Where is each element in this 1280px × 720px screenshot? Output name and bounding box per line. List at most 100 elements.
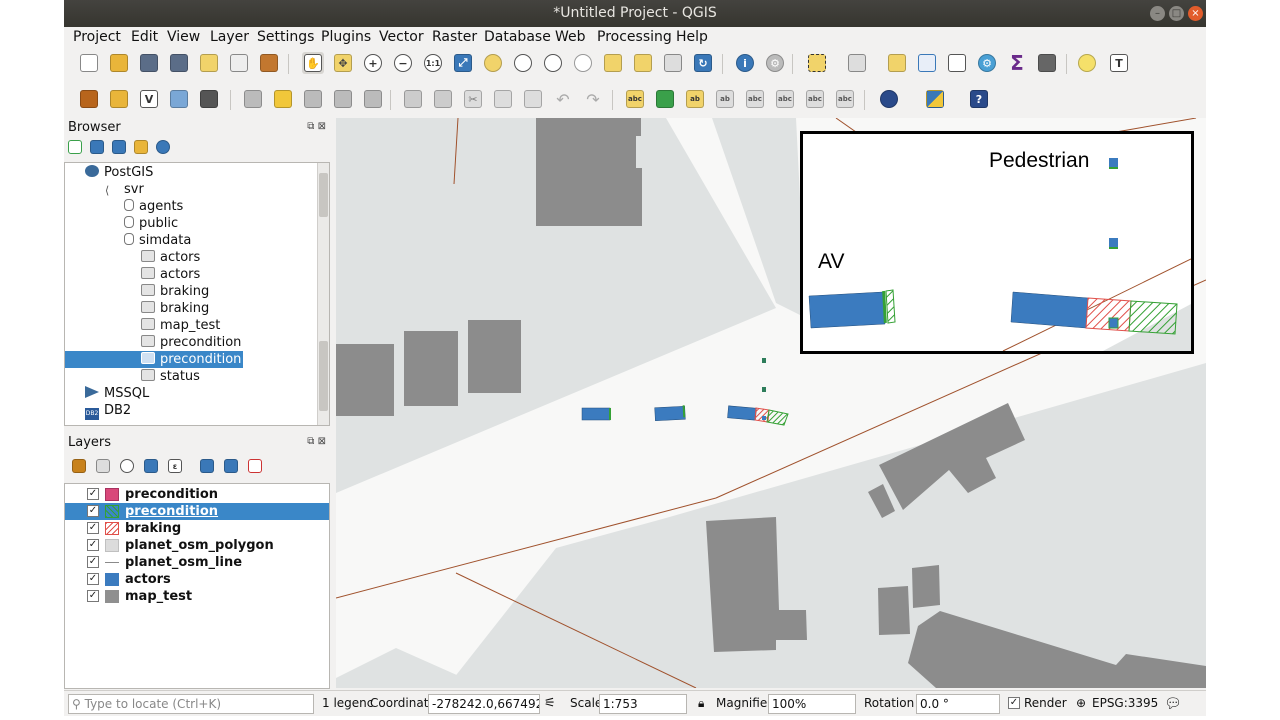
layout-manager-icon[interactable] bbox=[228, 52, 250, 74]
tree-item-db2[interactable]: DB2 DB2 bbox=[85, 402, 131, 420]
tree-item-precondition-selected[interactable]: precondition bbox=[65, 351, 243, 368]
pan-to-selection-icon[interactable]: ✥ bbox=[332, 52, 354, 74]
open-project-icon[interactable] bbox=[108, 52, 130, 74]
tree-item-svr[interactable]: ⟨ svr bbox=[105, 181, 144, 198]
show-hide-labels-icon[interactable]: abc bbox=[744, 88, 766, 110]
processing-toolbox-icon[interactable]: ⚙ bbox=[976, 52, 998, 74]
toggle-extents-icon[interactable]: ⚟ bbox=[544, 696, 556, 711]
refresh-browser-icon[interactable] bbox=[90, 140, 104, 154]
cut-features-icon[interactable]: ✂ bbox=[462, 88, 484, 110]
add-group-icon[interactable] bbox=[96, 459, 110, 473]
save-project-icon[interactable] bbox=[138, 52, 160, 74]
filter-legend-icon[interactable] bbox=[144, 459, 158, 473]
save-as-icon[interactable] bbox=[168, 52, 190, 74]
new-shapefile-icon[interactable]: V bbox=[138, 88, 160, 110]
run-feature-action-icon[interactable]: ⚙ bbox=[764, 52, 786, 74]
menu-raster[interactable]: Raster bbox=[432, 29, 477, 45]
modify-attributes-icon[interactable] bbox=[402, 88, 424, 110]
crs-status[interactable]: EPSG:3395 bbox=[1092, 696, 1158, 710]
zoom-in-icon[interactable]: + bbox=[362, 52, 384, 74]
attribute-table-icon[interactable] bbox=[916, 52, 938, 74]
undo-icon[interactable]: ↶ bbox=[552, 88, 574, 110]
coordinate-field[interactable]: -278242.0,6674926.4 bbox=[428, 694, 540, 714]
layers-panel-dock-buttons[interactable]: ⧉ ⊠ bbox=[307, 436, 326, 447]
layer-visibility-checkbox[interactable]: ✓ bbox=[87, 522, 99, 534]
menu-project[interactable]: Project bbox=[73, 29, 121, 45]
layer-row-braking[interactable]: ✓ braking bbox=[65, 520, 329, 537]
tree-item-braking-2[interactable]: braking bbox=[141, 300, 209, 317]
collapse-all-icon[interactable] bbox=[134, 140, 148, 154]
label-layer-icon[interactable]: abc bbox=[624, 88, 646, 110]
delete-selected-icon[interactable] bbox=[432, 88, 454, 110]
plugin-globe-icon[interactable] bbox=[878, 88, 900, 110]
tree-item-postgis[interactable]: PostGIS bbox=[85, 164, 153, 181]
identify-features-icon[interactable]: i bbox=[734, 52, 756, 74]
tree-item-actors[interactable]: actors bbox=[141, 249, 200, 266]
text-annotation-icon[interactable]: T bbox=[1108, 52, 1130, 74]
filter-expression-icon[interactable]: ε bbox=[168, 459, 182, 473]
zoom-full-icon[interactable]: ⤢ bbox=[452, 52, 474, 74]
style-layer-icon[interactable] bbox=[72, 459, 86, 473]
layer-row-map-test[interactable]: ✓ map_test bbox=[65, 588, 329, 605]
expand-all-icon[interactable] bbox=[200, 459, 214, 473]
menu-web[interactable]: Web bbox=[555, 29, 586, 45]
layer-row-precondition[interactable]: ✓ precondition bbox=[65, 486, 329, 503]
virtual-layer-icon[interactable] bbox=[198, 88, 220, 110]
label-options-icon[interactable] bbox=[654, 88, 676, 110]
change-label-icon[interactable]: abc bbox=[834, 88, 856, 110]
new-bookmark-icon[interactable] bbox=[632, 52, 654, 74]
style-manager-icon[interactable] bbox=[258, 52, 280, 74]
layer-visibility-checkbox[interactable]: ✓ bbox=[87, 488, 99, 500]
visibility-icon[interactable] bbox=[120, 459, 134, 473]
paste-features-icon[interactable] bbox=[522, 88, 544, 110]
menu-processing[interactable]: Processing bbox=[597, 29, 672, 45]
minimize-button[interactable]: – bbox=[1150, 6, 1165, 21]
browser-scroll-thumb[interactable] bbox=[319, 173, 328, 217]
measure-icon[interactable] bbox=[1036, 52, 1058, 74]
menu-help[interactable]: Help bbox=[676, 29, 708, 45]
map-canvas[interactable]: Pedestrian AV bbox=[336, 118, 1206, 688]
tree-item-agents[interactable]: agents bbox=[123, 198, 183, 215]
zoom-last-icon[interactable] bbox=[542, 52, 564, 74]
browser-panel-dock-buttons[interactable]: ⧉ ⊠ bbox=[307, 121, 326, 132]
tree-item-public[interactable]: public bbox=[123, 215, 178, 232]
save-edits-icon[interactable] bbox=[302, 88, 324, 110]
tree-item-actors-2[interactable]: actors bbox=[141, 266, 200, 283]
close-button[interactable]: × bbox=[1188, 6, 1203, 21]
tree-item-map-test[interactable]: map_test bbox=[141, 317, 220, 334]
rotate-label-icon[interactable]: abc bbox=[804, 88, 826, 110]
rotation-spinbox[interactable]: 0.0 ° bbox=[916, 694, 1000, 714]
collapse-all-layers-icon[interactable] bbox=[224, 459, 238, 473]
layer-row-precondition-selected[interactable]: ✓ precondition bbox=[65, 503, 329, 520]
highlight-labels-icon[interactable]: ab bbox=[684, 88, 706, 110]
crs-globe-icon[interactable]: ⊕ bbox=[1076, 696, 1086, 710]
tree-item-mssql[interactable]: MSSQL bbox=[85, 385, 149, 402]
tree-item-precondition[interactable]: precondition bbox=[141, 334, 241, 351]
layer-visibility-checkbox[interactable]: ✓ bbox=[87, 590, 99, 602]
sum-icon[interactable]: Σ bbox=[1006, 51, 1028, 75]
new-project-icon[interactable] bbox=[78, 52, 100, 74]
filter-browser-icon[interactable] bbox=[112, 140, 126, 154]
move-label-icon[interactable]: abc bbox=[774, 88, 796, 110]
menu-edit[interactable]: Edit bbox=[131, 29, 158, 45]
menu-layer[interactable]: Layer bbox=[210, 29, 249, 45]
zoom-native-icon[interactable]: 1:1 bbox=[422, 52, 444, 74]
scale-combo[interactable]: 1:753 bbox=[599, 694, 687, 714]
new-geopackage-icon[interactable] bbox=[108, 88, 130, 110]
locator-search-input[interactable]: ⚲ Type to locate (Ctrl+K) bbox=[68, 694, 314, 714]
add-feature-icon[interactable] bbox=[332, 88, 354, 110]
data-source-manager-icon[interactable] bbox=[78, 88, 100, 110]
menu-settings[interactable]: Settings bbox=[257, 29, 314, 45]
menu-database[interactable]: Database bbox=[484, 29, 551, 45]
deselect-icon[interactable] bbox=[846, 52, 868, 74]
menu-vector[interactable]: Vector bbox=[379, 29, 424, 45]
lock-scale-icon[interactable]: 🔒︎ bbox=[698, 696, 704, 711]
python-console-icon[interactable] bbox=[924, 88, 946, 110]
render-checkbox[interactable]: ✓ bbox=[1008, 697, 1020, 709]
layer-row-actors[interactable]: ✓ actors bbox=[65, 571, 329, 588]
zoom-next-icon[interactable] bbox=[572, 52, 594, 74]
new-print-layout-icon[interactable] bbox=[198, 52, 220, 74]
pan-map-icon[interactable]: ✋ bbox=[302, 52, 324, 74]
menu-plugins[interactable]: Plugins bbox=[321, 29, 371, 45]
new-map-view-icon[interactable] bbox=[602, 52, 624, 74]
